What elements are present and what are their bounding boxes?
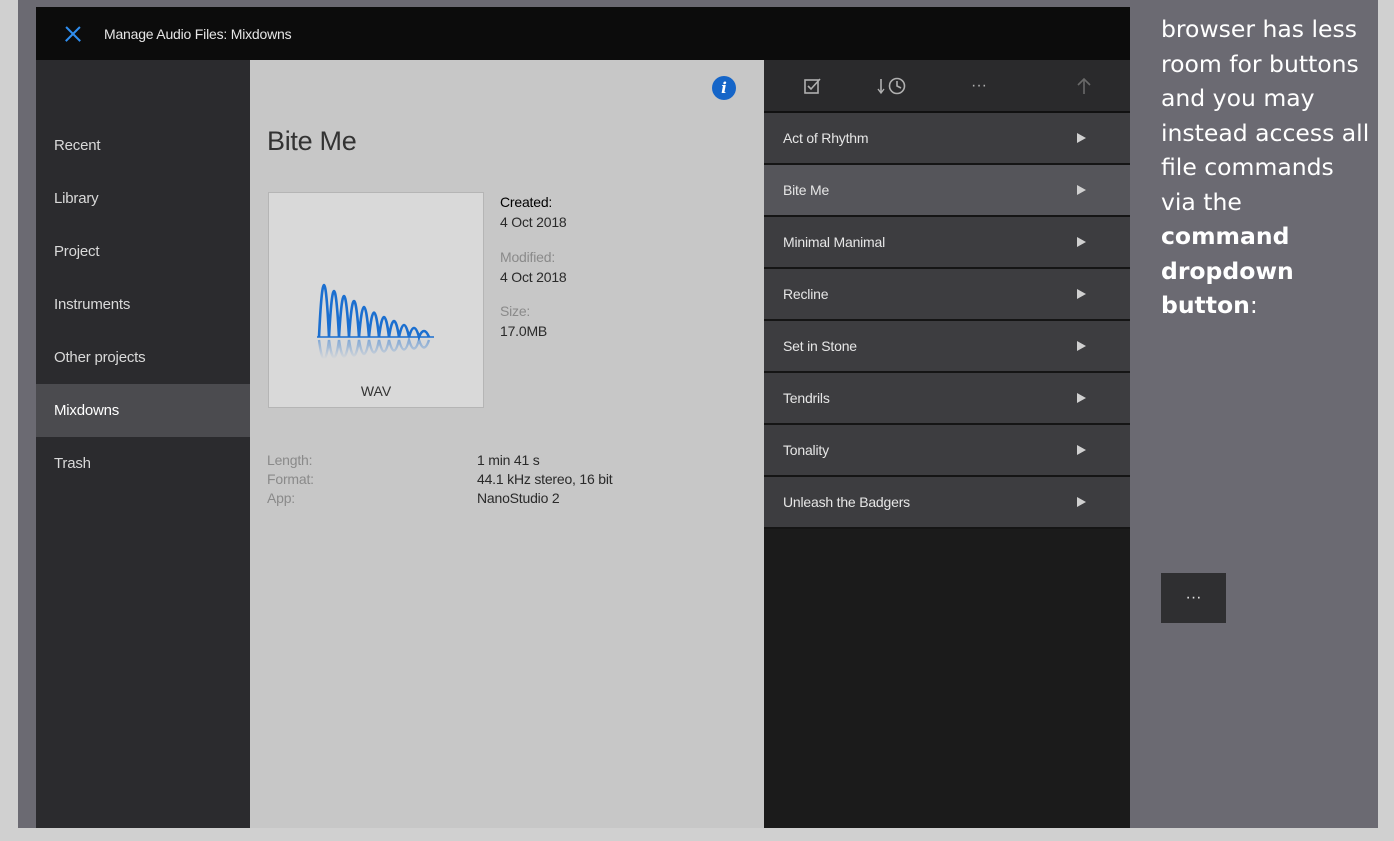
play-icon[interactable] <box>1077 497 1086 507</box>
file-name: Unleash the Badgers <box>783 494 910 510</box>
waveform-icon <box>317 283 434 361</box>
property-key: Length: <box>267 452 313 468</box>
list-item[interactable]: Minimal Manimal <box>764 217 1130 269</box>
list-item[interactable]: Act of Rhythm <box>764 113 1130 165</box>
property-value: 1 min 41 s <box>477 452 540 468</box>
play-icon[interactable] <box>1077 133 1086 143</box>
list-item[interactable]: Tonality <box>764 425 1130 477</box>
play-icon[interactable] <box>1077 289 1086 299</box>
more-glyph: ··· <box>971 77 987 94</box>
sidebar-item-trash[interactable]: Trash <box>36 437 250 490</box>
file-thumbnail: WAV <box>268 192 484 408</box>
file-list-panel: ··· Act of Rhythm Bite Me Minimal Manima… <box>764 60 1130 828</box>
property-row-format: Format: 44.1 kHz stereo, 16 bit <box>267 471 613 490</box>
checklist-icon[interactable] <box>799 72 827 100</box>
sidebar-item-recent[interactable]: Recent <box>36 119 250 172</box>
documentation-text: browser has less room for buttons and yo… <box>1161 12 1373 323</box>
file-title: Bite Me <box>267 126 357 156</box>
created-value: 4 Oct 2018 <box>500 214 567 230</box>
size-label: Size: <box>500 303 531 319</box>
file-name: Recline <box>783 286 829 302</box>
size-value: 17.0MB <box>500 323 548 339</box>
info-icon[interactable]: i <box>712 76 736 100</box>
play-icon[interactable] <box>1077 237 1086 247</box>
doc-text-after: : <box>1249 291 1258 319</box>
list-item[interactable]: Set in Stone <box>764 321 1130 373</box>
sidebar-item-other-projects[interactable]: Other projects <box>36 331 250 384</box>
property-row-length: Length: 1 min 41 s <box>267 452 612 471</box>
sidebar-item-instruments[interactable]: Instruments <box>36 278 250 331</box>
file-name: Set in Stone <box>783 338 857 354</box>
sort-by-time-icon[interactable] <box>874 72 914 100</box>
sidebar-item-mixdowns[interactable]: Mixdowns <box>36 384 250 437</box>
list-item[interactable]: Bite Me <box>764 165 1130 217</box>
property-key: Format: <box>267 471 314 487</box>
property-value: NanoStudio 2 <box>477 490 560 506</box>
file-name: Tonality <box>783 442 829 458</box>
file-properties: Length: 1 min 41 s Format: 44.1 kHz ster… <box>267 452 613 509</box>
sidebar-item-label: Mixdowns <box>54 402 120 419</box>
doc-text-before: browser has less room for buttons and yo… <box>1161 15 1370 216</box>
created-label: Created: <box>500 194 553 210</box>
list-item[interactable]: Recline <box>764 269 1130 321</box>
page-bottom-margin <box>0 828 1394 841</box>
property-value: 44.1 kHz stereo, 16 bit <box>477 471 613 487</box>
command-dropdown-button[interactable]: ··· <box>1161 573 1226 623</box>
title-bar: Manage Audio Files: Mixdowns <box>36 7 1130 60</box>
property-key: App: <box>267 490 295 506</box>
list-item[interactable]: Unleash the Badgers <box>764 477 1130 529</box>
file-name: Act of Rhythm <box>783 130 869 146</box>
play-icon[interactable] <box>1077 445 1086 455</box>
doc-bold-term: command dropdown button <box>1161 222 1294 319</box>
file-name: Minimal Manimal <box>783 234 886 250</box>
sidebar-item-label: Instruments <box>54 296 131 313</box>
sidebar-item-label: Other projects <box>54 349 146 366</box>
file-details-panel: i Bite Me WAV Created: 4 Oct 2018 Modifi… <box>250 60 764 828</box>
sidebar-item-project[interactable]: Project <box>36 225 250 278</box>
file-name: Tendrils <box>783 390 830 406</box>
modified-label: Modified: <box>500 249 556 265</box>
play-icon[interactable] <box>1077 185 1086 195</box>
format-badge: WAV <box>360 383 392 399</box>
info-glyph: i <box>721 79 727 97</box>
page-right-margin <box>1378 0 1394 841</box>
up-arrow-icon[interactable] <box>1070 72 1098 100</box>
property-row-app: App: NanoStudio 2 <box>267 490 612 509</box>
play-icon[interactable] <box>1077 393 1086 403</box>
list-item[interactable]: Tendrils <box>764 373 1130 425</box>
play-icon[interactable] <box>1077 341 1086 351</box>
sidebar-item-label: Recent <box>54 137 101 154</box>
window-title: Manage Audio Files: Mixdowns <box>104 25 292 42</box>
sidebar-list: Recent Library Project Instruments Other… <box>36 119 250 490</box>
more-options-icon[interactable]: ··· <box>965 72 993 100</box>
sidebar-item-label: Library <box>54 190 99 207</box>
file-name: Bite Me <box>783 182 830 198</box>
audio-file-manager-window: Manage Audio Files: Mixdowns Recent Libr… <box>36 7 1130 828</box>
file-list-toolbar: ··· <box>764 60 1130 113</box>
audio-file-list: Act of Rhythm Bite Me Minimal Manimal Re… <box>764 113 1130 529</box>
sidebar-item-label: Project <box>54 243 100 260</box>
modified-value: 4 Oct 2018 <box>500 269 567 285</box>
page-left-margin <box>0 0 18 841</box>
command-dropdown-glyph: ··· <box>1185 589 1202 606</box>
sidebar-item-library[interactable]: Library <box>36 172 250 225</box>
sidebar: Recent Library Project Instruments Other… <box>36 60 250 828</box>
close-icon[interactable] <box>62 23 84 45</box>
sidebar-item-label: Trash <box>54 455 91 472</box>
